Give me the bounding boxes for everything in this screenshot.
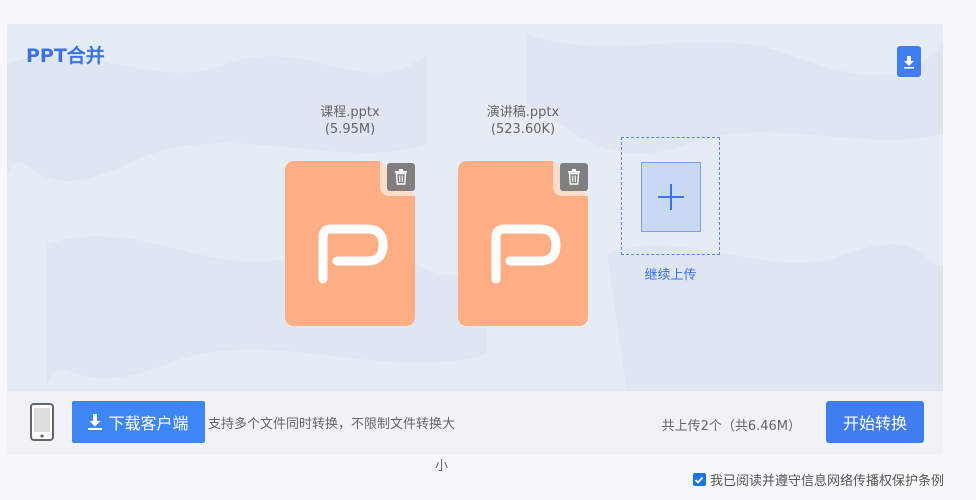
download-client-label: 下载客户端	[108, 414, 189, 433]
upload-total: 共上传2个（共6.46M）	[661, 419, 801, 434]
file-card: 课程.pptx (5.95M)	[285, 104, 415, 326]
phone-icon	[30, 403, 54, 441]
page: PPT合并 课程.pptx (5.95M) 演讲稿.pptx (523.60K)…	[0, 0, 976, 500]
file-size: (5.95M)	[324, 122, 376, 137]
support-text-overflow: 小	[435, 459, 449, 474]
trash-icon[interactable]	[387, 163, 415, 191]
download-icon	[88, 414, 103, 430]
checkbox-icon[interactable]	[692, 473, 706, 486]
file-name: 演讲稿.pptx	[486, 105, 560, 120]
download-icon[interactable]	[897, 46, 921, 77]
agreement-label[interactable]: 我已阅读并遵守信息网络传播权保护条例	[710, 470, 944, 489]
file-card: 演讲稿.pptx (523.60K)	[458, 104, 588, 326]
file-name: 课程.pptx	[320, 105, 380, 120]
trash-icon[interactable]	[560, 163, 588, 191]
file-size: (523.60K)	[490, 122, 556, 137]
page-title: PPT合并	[26, 45, 105, 67]
support-text: 支持多个文件同时转换，不限制文件转换大	[208, 417, 456, 432]
add-file-area[interactable]	[641, 162, 701, 232]
add-more-label[interactable]: 继续上传	[621, 264, 720, 283]
start-convert-button[interactable]: 开始转换	[826, 401, 924, 443]
download-client-button[interactable]: 下载客户端	[72, 401, 205, 443]
add-file-button[interactable]	[621, 137, 720, 255]
plus-icon	[658, 184, 684, 210]
bottom-bar: 下载客户端 支持多个文件同时转换，不限制文件转换大 共上传2个（共6.46M） …	[7, 391, 943, 454]
agreement: 我已阅读并遵守信息网络传播权保护条例	[692, 470, 944, 489]
